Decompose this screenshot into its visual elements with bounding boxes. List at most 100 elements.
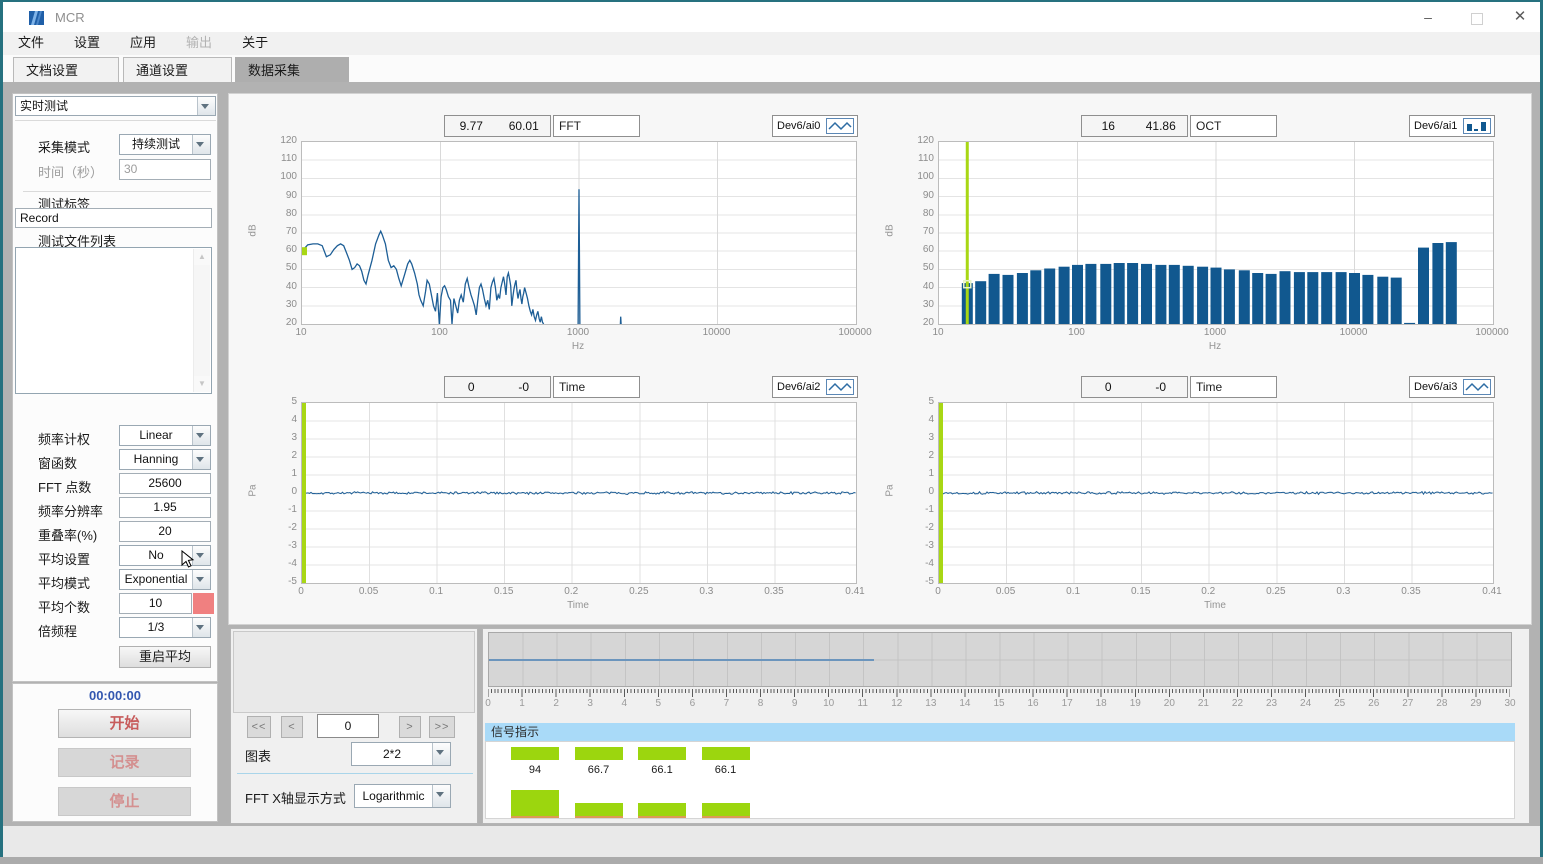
tab-2[interactable]: 数据采集 — [235, 57, 349, 82]
chart-time-ai3: 0-0TimeDev6/ai300.050.10.150.20.250.30.3… — [938, 376, 1498, 626]
y-tick-label: 2 — [900, 450, 934, 461]
test-label-input[interactable]: Record — [15, 208, 212, 228]
channel-box[interactable]: Dev6/ai3 — [1409, 376, 1495, 398]
menu-item-4[interactable]: 关于 — [227, 32, 283, 54]
test-file-list[interactable]: ▲ ▼ — [15, 247, 212, 394]
stop-button[interactable]: 停止 — [58, 787, 191, 816]
ruler-number: 14 — [954, 698, 976, 709]
line-chart-icon — [826, 118, 854, 134]
chevron-down-icon[interactable] — [432, 785, 450, 807]
chart-type-box[interactable]: FFT — [553, 115, 640, 137]
x-tick-label: 10000 — [682, 327, 752, 338]
param-label-0: 频率计权 — [38, 429, 90, 448]
timeline-ruler: 0123456789101112131415161718192021222324… — [488, 687, 1510, 714]
menu-item-2[interactable]: 应用 — [115, 32, 171, 54]
chevron-down-icon[interactable] — [432, 743, 450, 765]
chevron-down-icon[interactable] — [192, 570, 210, 589]
param-select-1[interactable]: Hanning — [119, 449, 211, 470]
tab-0[interactable]: 文档设置 — [13, 57, 119, 82]
nav-next-button[interactable]: > — [399, 716, 421, 738]
restart-average-button[interactable]: 重启平均 — [119, 646, 211, 668]
menu-item-1[interactable]: 设置 — [59, 32, 115, 54]
chart-type-box[interactable]: Time — [553, 376, 640, 398]
param-input-3[interactable]: 1.95 — [119, 497, 211, 518]
nav-last-button[interactable]: >> — [429, 716, 455, 738]
y-tick-label: 90 — [263, 190, 297, 201]
chart-oct: 1641.86OCTDev6/ai11010010001000010000020… — [938, 115, 1498, 367]
plot-area[interactable] — [938, 402, 1494, 584]
param-input-2[interactable]: 25600 — [119, 473, 211, 494]
nav-prev-button[interactable]: < — [281, 716, 303, 738]
chevron-down-icon[interactable] — [192, 135, 210, 154]
scroll-up-icon[interactable]: ▲ — [194, 249, 210, 265]
param-input-7[interactable]: 10 — [119, 593, 192, 614]
param-select-0[interactable]: Linear — [119, 425, 211, 446]
y-tick-label: -4 — [263, 558, 297, 569]
menu-item-0[interactable]: 文件 — [3, 32, 59, 54]
y-tick-label: 0 — [263, 486, 297, 497]
x-tick-label: 0.41 — [820, 586, 890, 597]
cursor-value-1: 41.86 — [1135, 116, 1188, 136]
signal-meter-bar — [575, 803, 623, 816]
channel-box[interactable]: Dev6/ai1 — [1409, 115, 1495, 137]
acq-mode-select[interactable]: 持续测试 — [119, 134, 211, 155]
y-tick-label: -1 — [263, 504, 297, 515]
ruler-number: 29 — [1465, 698, 1487, 709]
close-icon[interactable]: ✕ — [1505, 8, 1535, 28]
param-label-5: 平均设置 — [38, 549, 90, 568]
ruler-number: 9 — [784, 698, 806, 709]
x-tick-label: 10 — [903, 327, 973, 338]
minimize-icon[interactable]: – — [1413, 8, 1443, 28]
cursor-readout: 0-0 — [1081, 376, 1188, 398]
channel-box[interactable]: Dev6/ai2 — [772, 376, 858, 398]
plot-area[interactable] — [301, 402, 857, 584]
chart-layout-select[interactable]: 2*2 — [351, 742, 451, 766]
maximize-icon[interactable] — [1471, 13, 1483, 25]
chevron-down-icon[interactable] — [192, 618, 210, 637]
time-sec-input[interactable]: 30 — [119, 159, 211, 180]
param-select-6[interactable]: Exponential — [119, 569, 211, 590]
plot-area[interactable] — [938, 141, 1494, 325]
channel-box[interactable]: Dev6/ai0 — [772, 115, 858, 137]
tab-1[interactable]: 通道设置 — [123, 57, 232, 82]
fft-xaxis-select[interactable]: Logarithmic — [354, 784, 451, 808]
chart-type-box[interactable]: Time — [1190, 376, 1277, 398]
measure-mode-select[interactable]: 实时测试 — [15, 96, 216, 116]
scroll-down-icon[interactable]: ▼ — [194, 376, 210, 392]
menu-bar: 文件设置应用输出关于 — [3, 32, 1540, 56]
plot-area[interactable] — [301, 141, 857, 325]
start-button[interactable]: 开始 — [58, 709, 191, 738]
cursor-value-1: -0 — [1135, 377, 1188, 397]
param-select-5[interactable]: No — [119, 545, 211, 566]
chevron-down-icon[interactable] — [197, 97, 215, 115]
y-tick-label: -5 — [900, 576, 934, 587]
param-select-8[interactable]: 1/3 — [119, 617, 211, 638]
param-input-4[interactable]: 20 — [119, 521, 211, 542]
param-label-6: 平均模式 — [38, 573, 90, 592]
chevron-down-icon[interactable] — [192, 426, 210, 445]
record-button[interactable]: 记录 — [58, 748, 191, 777]
x-axis-name: Hz — [301, 341, 855, 352]
title-bar: MCR – ✕ — [3, 2, 1540, 32]
y-tick-label: -3 — [900, 540, 934, 551]
x-tick-label: 0.1 — [1038, 586, 1108, 597]
ruler-number: 18 — [1090, 698, 1112, 709]
cursor-value-1: -0 — [498, 377, 551, 397]
y-tick-label: 3 — [263, 432, 297, 443]
nav-first-button[interactable]: << — [247, 716, 271, 738]
scrollbar[interactable]: ▲ ▼ — [193, 249, 210, 392]
cursor-value-0: 0 — [445, 377, 498, 397]
record-timeline[interactable] — [488, 632, 1512, 687]
chevron-down-icon[interactable] — [192, 450, 210, 469]
y-tick-label: -3 — [263, 540, 297, 551]
chart-type-box[interactable]: OCT — [1190, 115, 1277, 137]
cursor-readout: 0-0 — [444, 376, 551, 398]
y-tick-label: 3 — [900, 432, 934, 443]
x-tick-label: 100000 — [1457, 327, 1527, 338]
y-tick-label: 100 — [263, 171, 297, 182]
bar-chart-icon — [1463, 118, 1491, 134]
chart-layout-label: 图表 — [245, 746, 271, 765]
mouse-cursor-icon — [181, 550, 195, 570]
nav-index-input[interactable]: 0 — [317, 714, 379, 738]
ruler-number: 21 — [1192, 698, 1214, 709]
